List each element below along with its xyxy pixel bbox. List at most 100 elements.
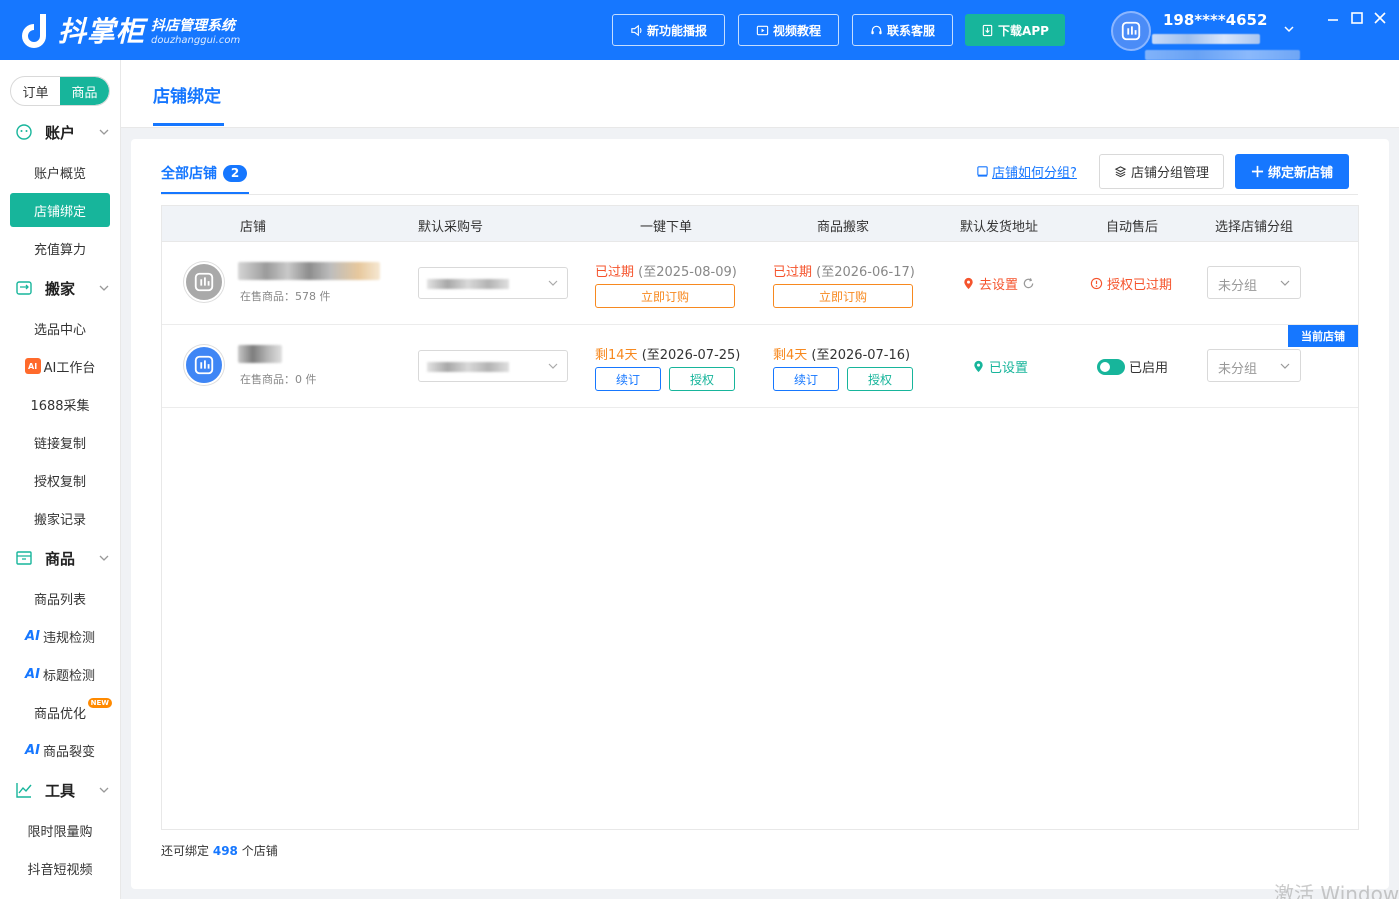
nav-group-tools[interactable]: 工具 <box>0 775 121 805</box>
chevron-down-icon <box>99 555 109 561</box>
column-header-ship-address: 默认发货地址 <box>960 220 1039 235</box>
auto-aftersale-toggle[interactable] <box>1097 359 1125 375</box>
masked-buyer-account <box>427 362 509 372</box>
chevron-down-icon <box>548 363 558 369</box>
book-icon <box>977 166 988 177</box>
video-tutorial-button[interactable]: 视频教程 <box>738 14 839 46</box>
masked-shop-name <box>238 345 282 363</box>
product-move-subscribe-button[interactable]: 立即订购 <box>773 284 913 308</box>
user-phone: 198****4652 <box>1163 11 1268 29</box>
bind-new-shop-button[interactable]: 绑定新店铺 <box>1235 154 1349 189</box>
default-buyer-select[interactable] <box>418 350 568 382</box>
table-header: 店铺 默认采购号 一键下单 商品搬家 默认发货地址 自动售后 选择店铺分组 <box>162 206 1358 242</box>
mode-tab-products[interactable]: 商品 <box>60 77 109 105</box>
mode-tab-orders[interactable]: 订单 <box>11 77 60 105</box>
box-icon <box>16 551 32 565</box>
on-sale-count: 在售商品：0 件 <box>240 373 317 386</box>
location-pin-icon <box>974 360 983 373</box>
product-move-renew-button[interactable]: 续订 <box>773 367 839 391</box>
close-icon[interactable] <box>1372 10 1388 26</box>
one-click-order-subscribe-button[interactable]: 立即订购 <box>595 284 735 308</box>
location-pin-icon <box>964 277 973 290</box>
shop-group-manage-button[interactable]: 店铺分组管理 <box>1099 154 1224 189</box>
shop-group-help-link[interactable]: 店铺如何分组? <box>976 162 1077 181</box>
maximize-icon[interactable] <box>1349 10 1365 26</box>
sidebar-item-title-check[interactable]: AI 标题检测 <box>10 657 110 691</box>
sidebar-item-flash-sale[interactable]: 限时限量购 <box>10 813 110 847</box>
sidebar-item-shop-binding[interactable]: 店铺绑定 <box>10 193 110 227</box>
sidebar-item-move-records[interactable]: 搬家记录 <box>10 501 110 535</box>
sidebar-item-ai-workbench[interactable]: AI AI工作台 <box>10 349 110 383</box>
headset-icon <box>871 25 882 34</box>
sidebar-item-link-copy[interactable]: 链接复制 <box>10 425 110 459</box>
one-click-order-status: 已过期 (至2025-08-09) <box>595 265 737 280</box>
sidebar-item-douyin-video[interactable]: 抖音短视频 <box>10 851 110 885</box>
logo-domain: douzhanggui.com <box>151 34 241 46</box>
shop-group-select[interactable]: 未分组 <box>1207 349 1301 382</box>
product-move-auth-button[interactable]: 授权 <box>847 367 913 391</box>
page-title[interactable]: 店铺绑定 <box>153 82 221 107</box>
auto-aftersale-status: 已启用 <box>1129 361 1169 376</box>
sidebar-item-account-overview[interactable]: 账户概览 <box>10 155 110 189</box>
column-header-shop-group: 选择店铺分组 <box>1215 220 1294 235</box>
masked-user-info-2 <box>1145 50 1300 60</box>
shop-logo-icon <box>194 272 214 292</box>
sidebar-item-violation-check[interactable]: AI 违规检测 <box>10 619 110 653</box>
nav-group-products[interactable]: 商品 <box>0 543 121 573</box>
sidebar-item-product-fission[interactable]: AI 商品裂变 <box>10 733 110 767</box>
main-panel: 全部店铺 2 店铺如何分组? 店铺分组管理 绑定新店铺 店铺 默认采购号 一键下… <box>131 139 1389 889</box>
user-avatar[interactable] <box>1111 11 1151 51</box>
avatar-logo-icon <box>1121 21 1141 41</box>
table-row: 在售商品：578 件 已过期 (至2025-08-09) 立即订购 已过期 (至… <box>162 242 1358 325</box>
speaker-icon <box>631 24 642 36</box>
one-click-order-auth-button[interactable]: 授权 <box>669 367 735 391</box>
app-logo: 抖掌柜 抖店管理系统 douzhanggui.com <box>18 10 240 50</box>
minimize-icon[interactable] <box>1325 10 1341 26</box>
ship-address-status[interactable]: 已设置 <box>972 357 1028 376</box>
chevron-down-icon <box>99 285 109 291</box>
default-buyer-select[interactable] <box>418 267 568 299</box>
chart-line-icon <box>16 783 32 798</box>
column-header-shop: 店铺 <box>240 220 267 235</box>
on-sale-count: 在售商品：578 件 <box>240 290 331 303</box>
shop-logo-icon <box>194 355 214 375</box>
nav-group-account[interactable]: 账户 <box>0 117 121 147</box>
nav-group-move[interactable]: 搬家 <box>0 273 121 303</box>
chevron-down-icon <box>99 129 109 135</box>
download-app-button[interactable]: 下载APP <box>965 14 1065 46</box>
column-header-auto-aftersale: 自动售后 <box>1106 220 1159 235</box>
table-row: 当前店铺 在售商品：0 件 剩14天 (至2026-07-25) 续订 授权 剩… <box>162 325 1358 408</box>
logo-mark-icon <box>22 14 46 48</box>
feature-news-button[interactable]: 新功能播报 <box>612 14 725 46</box>
sidebar-item-product-selection[interactable]: 选品中心 <box>10 311 110 345</box>
user-menu-chevron-down-icon[interactable] <box>1282 22 1296 36</box>
ai-icon: AI <box>25 742 40 758</box>
sidebar-item-auth-copy[interactable]: 授权复制 <box>10 463 110 497</box>
column-header-one-click-order: 一键下单 <box>640 220 693 235</box>
ship-address-setup-link[interactable]: 去设置 <box>962 274 1035 293</box>
ai-icon: AI <box>25 628 40 644</box>
refresh-icon[interactable] <box>1022 277 1035 290</box>
chevron-down-icon <box>1280 363 1290 369</box>
chevron-down-icon <box>99 787 109 793</box>
download-icon <box>982 24 993 36</box>
sidebar-item-product-list[interactable]: 商品列表 <box>10 581 110 615</box>
plus-icon <box>1251 165 1264 178</box>
sidebar-item-1688-collect[interactable]: 1688采集 <box>10 387 110 421</box>
product-move-status: 已过期 (至2026-06-17) <box>773 265 915 280</box>
chevron-down-icon <box>548 280 558 286</box>
one-click-order-renew-button[interactable]: 续订 <box>595 367 661 391</box>
masked-buyer-account <box>427 279 509 289</box>
sidebar-item-recharge[interactable]: 充值算力 <box>10 231 110 265</box>
shop-avatar <box>184 345 224 385</box>
chevron-down-icon <box>1280 280 1290 286</box>
auto-aftersale-status[interactable]: 授权已过期 <box>1090 274 1172 293</box>
video-icon <box>756 25 769 35</box>
shop-group-select[interactable]: 未分组 <box>1207 266 1301 299</box>
masked-user-info <box>1152 34 1260 44</box>
tab-all-shops[interactable]: 全部店铺 2 <box>161 163 247 183</box>
contact-support-button[interactable]: 联系客服 <box>852 14 953 46</box>
product-move-status: 剩4天 (至2026-07-16) <box>773 348 911 363</box>
column-header-product-move: 商品搬家 <box>817 220 870 235</box>
sidebar-item-product-optimize[interactable]: 商品优化 NEW <box>10 695 112 729</box>
